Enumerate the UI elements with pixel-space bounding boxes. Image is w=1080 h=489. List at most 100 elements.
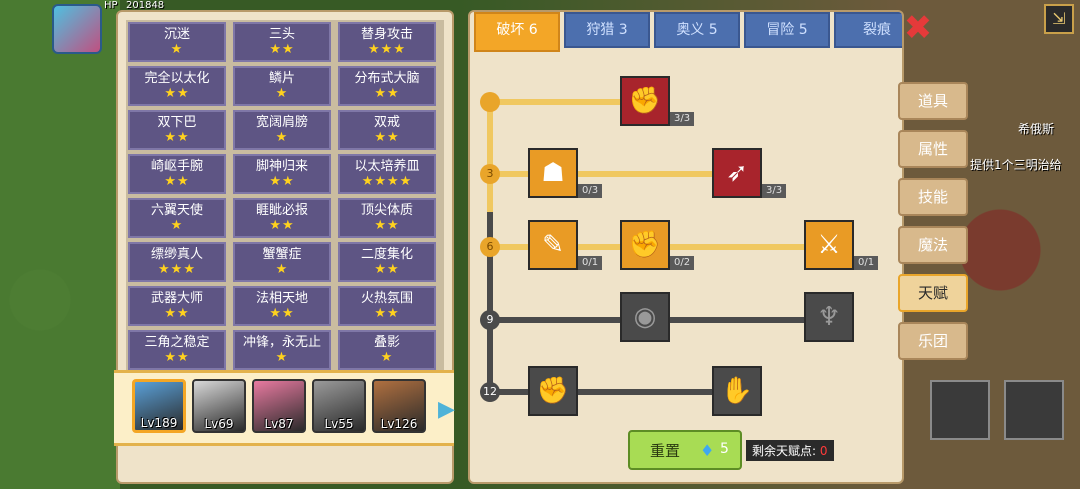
side-menu-item-4[interactable]: 天赋 [898,274,968,312]
trait-name: 顶尖体质 [360,203,413,218]
trait-card[interactable]: 火热氛围 ★★ [338,286,436,326]
talent-count: 0/1 [578,256,603,270]
trait-card[interactable]: 叠影 ★ [338,330,436,370]
hero-portrait[interactable]: Lv69 [192,379,246,433]
side-menu-item-0[interactable]: 道具 [898,82,968,120]
trait-stars: ★★ [269,174,295,189]
muscle-body-talent-icon[interactable]: ☗ [528,148,578,198]
trait-stars: ★★ [164,86,190,101]
bat-wings-talent-icon[interactable]: ♆ [804,292,854,342]
fist-punch-talent-icon[interactable]: ✊ [620,220,670,270]
trait-stars: ★★ [164,306,190,321]
trait-stars: ★★ [269,218,295,233]
player-hp-label: HP [104,0,118,11]
side-menu-item-1[interactable]: 属性 [898,130,968,168]
trait-name: 沉迷 [163,27,190,42]
tab-0[interactable]: 破坏 6 [474,12,560,52]
trait-card[interactable]: 以太培养皿 ★★★★ [338,154,436,194]
trait-stars: ★ [275,350,289,365]
hero-portrait[interactable]: Lv126 [372,379,426,433]
trait-stars: ★ [170,218,184,233]
trait-name: 六翼天使 [150,203,203,218]
sword-slash-talent-icon[interactable]: ⚔ [804,220,854,270]
trait-card[interactable]: 蟹蟹症 ★ [233,242,331,282]
blood-arrow-talent-icon[interactable]: ➶ [712,148,762,198]
trait-card[interactable]: 冲锋，永无止 ★ [233,330,331,370]
grip-talent-icon[interactable]: ✋ [712,366,762,416]
trait-card[interactable]: 睚眦必报 ★★ [233,198,331,238]
trait-name: 双下巴 [157,115,197,130]
ground-pound-talent-icon[interactable]: ◉ [620,292,670,342]
trait-name: 火热氛围 [360,291,413,306]
trait-card[interactable]: 缥缈真人 ★★★ [128,242,226,282]
trait-card[interactable]: 宽阔肩膀 ★ [233,110,331,150]
trait-stars: ★★ [374,130,400,145]
trait-stars: ★ [275,262,289,277]
tab-1[interactable]: 狩猎 3 [564,12,650,48]
trait-card[interactable]: 双下巴 ★★ [128,110,226,150]
trait-stars: ★ [380,350,394,365]
talent-panel: 破坏 6 狩猎 3 奥义 5 冒险 5 裂痕 3 6 9 12 ✊ 3/3 ☗ 0/3 ➶ 3/3… [468,10,904,484]
hero-portrait[interactable]: Lv55 [312,379,366,433]
reset-button[interactable]: 重置 ♦ 5 [628,430,742,470]
side-menu-item-5[interactable]: 乐团 [898,322,968,360]
raised-fist-talent-icon[interactable]: ✊ [528,366,578,416]
trait-card[interactable]: 武器大师 ★★ [128,286,226,326]
scroll-talent-icon[interactable]: ✎ [528,220,578,270]
trait-card[interactable]: 分布式大脑 ★★ [338,66,436,106]
player-avatar[interactable] [52,4,102,54]
trait-card[interactable]: 沉迷 ★ [128,22,226,62]
trait-stars: ★★★ [158,262,196,277]
trait-name: 睚眦必报 [255,203,308,218]
trait-card[interactable]: 双戒 ★★ [338,110,436,150]
trait-name: 鳞片 [268,71,295,86]
side-menu-item-3[interactable]: 魔法 [898,226,968,264]
exit-icon[interactable]: ⇲ [1044,4,1074,34]
trait-card[interactable]: 法相天地 ★★ [233,286,331,326]
trait-card[interactable]: 二度集化 ★★ [338,242,436,282]
side-menu-item-2[interactable]: 技能 [898,178,968,216]
hero-portrait[interactable]: Lv87 [252,379,306,433]
trait-grid: 沉迷 ★ 三头 ★★ 替身攻击 ★★★ 完全以太化 ★★ 鳞片 ★ 分布式大脑 ★★ 双下巴 ★★ 宽阔肩膀… [126,20,444,372]
trait-stars: ★ [275,86,289,101]
tab-3[interactable]: 冒险 5 [744,12,830,48]
trait-name: 武器大师 [150,291,203,306]
trait-card[interactable]: 脚神归来 ★★ [233,154,331,194]
trait-stars: ★★ [164,350,190,365]
trait-stars: ★ [275,130,289,145]
tab-4[interactable]: 裂痕 [834,12,902,48]
trait-card[interactable]: 三角之稳定 ★★ [128,330,226,370]
arm-wrestle-talent-icon[interactable]: ✊ [620,76,670,126]
tier-3-marker: 3 [480,164,500,184]
trait-stars: ★★★ [368,42,406,57]
weapon-slot-bow-icon[interactable] [1004,380,1064,440]
trait-card[interactable]: 鳞片 ★ [233,66,331,106]
trait-stars: ★★ [164,130,190,145]
trait-name: 宽阔肩膀 [255,115,308,130]
gem-icon: ♦ [700,441,715,460]
trait-card[interactable]: 六翼天使 ★ [128,198,226,238]
trait-name: 以太培养皿 [354,159,420,174]
hero-portrait[interactable]: Lv189 [132,379,186,433]
hero-level: Lv87 [264,417,294,431]
talent-count: 0/3 [578,184,603,198]
trait-card[interactable]: 替身攻击 ★★★ [338,22,436,62]
trait-name: 分布式大脑 [354,71,420,86]
trait-name: 三头 [268,27,295,42]
next-hero-icon[interactable]: ▶ [438,397,455,422]
trait-card[interactable]: 完全以太化 ★★ [128,66,226,106]
weapon-slot-sword-icon[interactable] [930,380,990,440]
trait-stars: ★★★★ [361,174,413,189]
npc-hint: 提供1个三明治给 [970,158,1062,172]
trait-name: 双戒 [373,115,400,130]
trait-card[interactable]: 顶尖体质 ★★ [338,198,436,238]
trait-name: 冲锋，永无止 [242,335,321,350]
trait-card[interactable]: 崎岖手腕 ★★ [128,154,226,194]
trait-stars: ★★ [269,42,295,57]
trait-name: 脚神归来 [255,159,308,174]
trait-card[interactable]: 三头 ★★ [233,22,331,62]
hero-level: Lv126 [380,417,418,431]
trait-name: 三角之稳定 [144,335,210,350]
close-icon[interactable]: ✖ [900,10,936,46]
tab-2[interactable]: 奥义 5 [654,12,740,48]
